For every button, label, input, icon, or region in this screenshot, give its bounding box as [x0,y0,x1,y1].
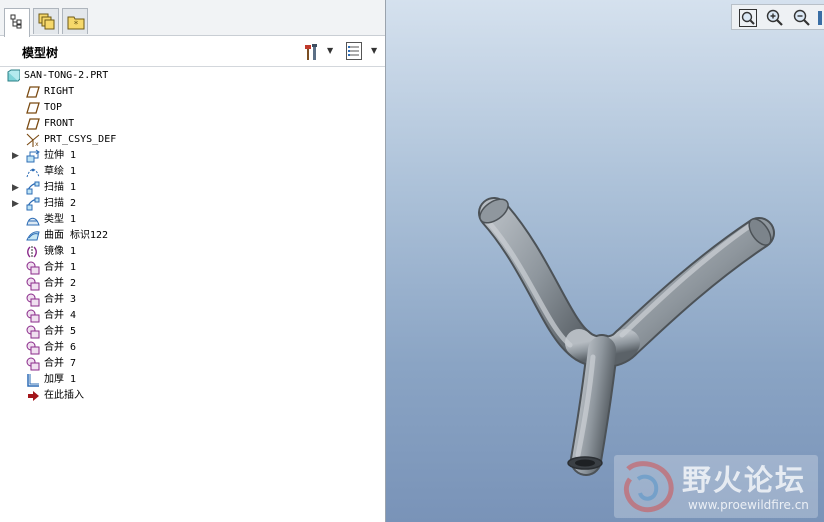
tree-settings-button[interactable] [302,42,322,62]
model-tree-icon [10,14,22,29]
coordinate-system-icon: x [26,133,40,147]
tree-item-label: PRT_CSYS_DEF [44,134,117,145]
navigator-tab-bar: * [0,0,385,37]
model-tree-header: 模型树 ▼ ▼ [0,37,385,67]
expand-toggle-icon[interactable]: ▶ [12,196,20,212]
forum-logo-icon [624,461,674,513]
tree-item-label: 合并 6 [44,342,77,353]
tree-item-label: 合并 7 [44,358,77,369]
y-pipe-model[interactable] [446,185,786,490]
view-toolbar [731,4,824,30]
zoom-out-button[interactable] [792,8,812,28]
extrude-icon [26,149,40,163]
tab-favorites[interactable]: * [62,8,88,34]
tree-item-label: 合并 2 [44,278,77,289]
tree-item-label: 拉伸 1 [44,150,77,161]
tree-item-label: 扫描 1 [44,182,77,193]
tree-item-label: 合并 3 [44,294,77,305]
show-list-icon [346,42,362,60]
tree-item-label: 类型 1 [44,214,77,225]
part-icon [7,69,20,82]
merge-icon [26,325,40,339]
thicken-icon [27,374,39,387]
tree-item-label: TOP [44,102,63,113]
merge-icon [26,293,40,307]
panel-title: 模型树 [22,46,59,60]
merge-icon [26,309,40,323]
sweep-icon [26,197,40,211]
tree-item-label: 草绘 1 [44,166,77,177]
tree-show-button[interactable] [345,41,365,63]
layers-icon [38,13,55,30]
tree-item-label: 合并 1 [44,262,77,273]
refit-button[interactable] [738,8,758,28]
tab-model-tree[interactable] [4,8,30,37]
tree-item-label: 合并 5 [44,326,77,337]
graphics-viewport[interactable]: 野火论坛 www.proewildfire.cn [386,0,824,522]
toolbar-overflow-button[interactable] [817,8,823,28]
svg-text:*: * [74,20,79,30]
insert-here-arrow-icon [28,391,39,401]
tree-item-label: 曲面 标识122 [44,230,109,241]
merge-icon [26,357,40,371]
zoom-in-icon [766,9,783,26]
style-icon [26,217,40,226]
model-tree-panel: * 模型树 ▼ ▼ SAN-TONG-2.PRT RIGHT TOP FRONT… [0,0,386,522]
mirror-icon [27,246,37,258]
expand-toggle-icon[interactable]: ▶ [12,148,20,164]
tree-item-label: 扫描 2 [44,198,77,209]
tree-item-label: RIGHT [44,86,75,97]
watermark-url: www.proewildfire.cn [688,498,809,512]
settings-dropdown-icon[interactable]: ▼ [327,46,333,55]
merge-icon [26,261,40,275]
zoom-in-button[interactable] [765,8,785,28]
sweep-icon [26,181,40,195]
svg-text:x: x [35,141,39,147]
tree-item-label: 镜像 1 [44,246,77,257]
surface-icon [26,231,40,241]
tab-layers[interactable] [33,8,59,34]
zoom-out-icon [793,9,810,26]
merge-icon [26,341,40,355]
tree-item-label: 在此插入 [44,390,84,401]
refit-icon [739,9,757,27]
tree-item-label: 合并 4 [44,310,77,321]
datum-plane-icon [26,118,40,130]
watermark-title: 野火论坛 [682,463,807,497]
forum-watermark: 野火论坛 www.proewildfire.cn [614,455,818,518]
tools-icon [305,44,317,60]
show-dropdown-icon[interactable]: ▼ [371,46,377,55]
sketch-icon [26,168,40,178]
expand-toggle-icon[interactable]: ▶ [12,180,20,196]
favorites-folder-icon: * [67,16,85,30]
merge-icon [26,277,40,291]
tree-item-label: SAN-TONG-2.PRT [24,70,109,81]
tree-item-label: FRONT [44,118,75,129]
tree-item-label: 加厚 1 [44,374,77,385]
datum-plane-icon [26,102,40,114]
overflow-icon [818,11,822,25]
datum-plane-icon [26,86,40,98]
